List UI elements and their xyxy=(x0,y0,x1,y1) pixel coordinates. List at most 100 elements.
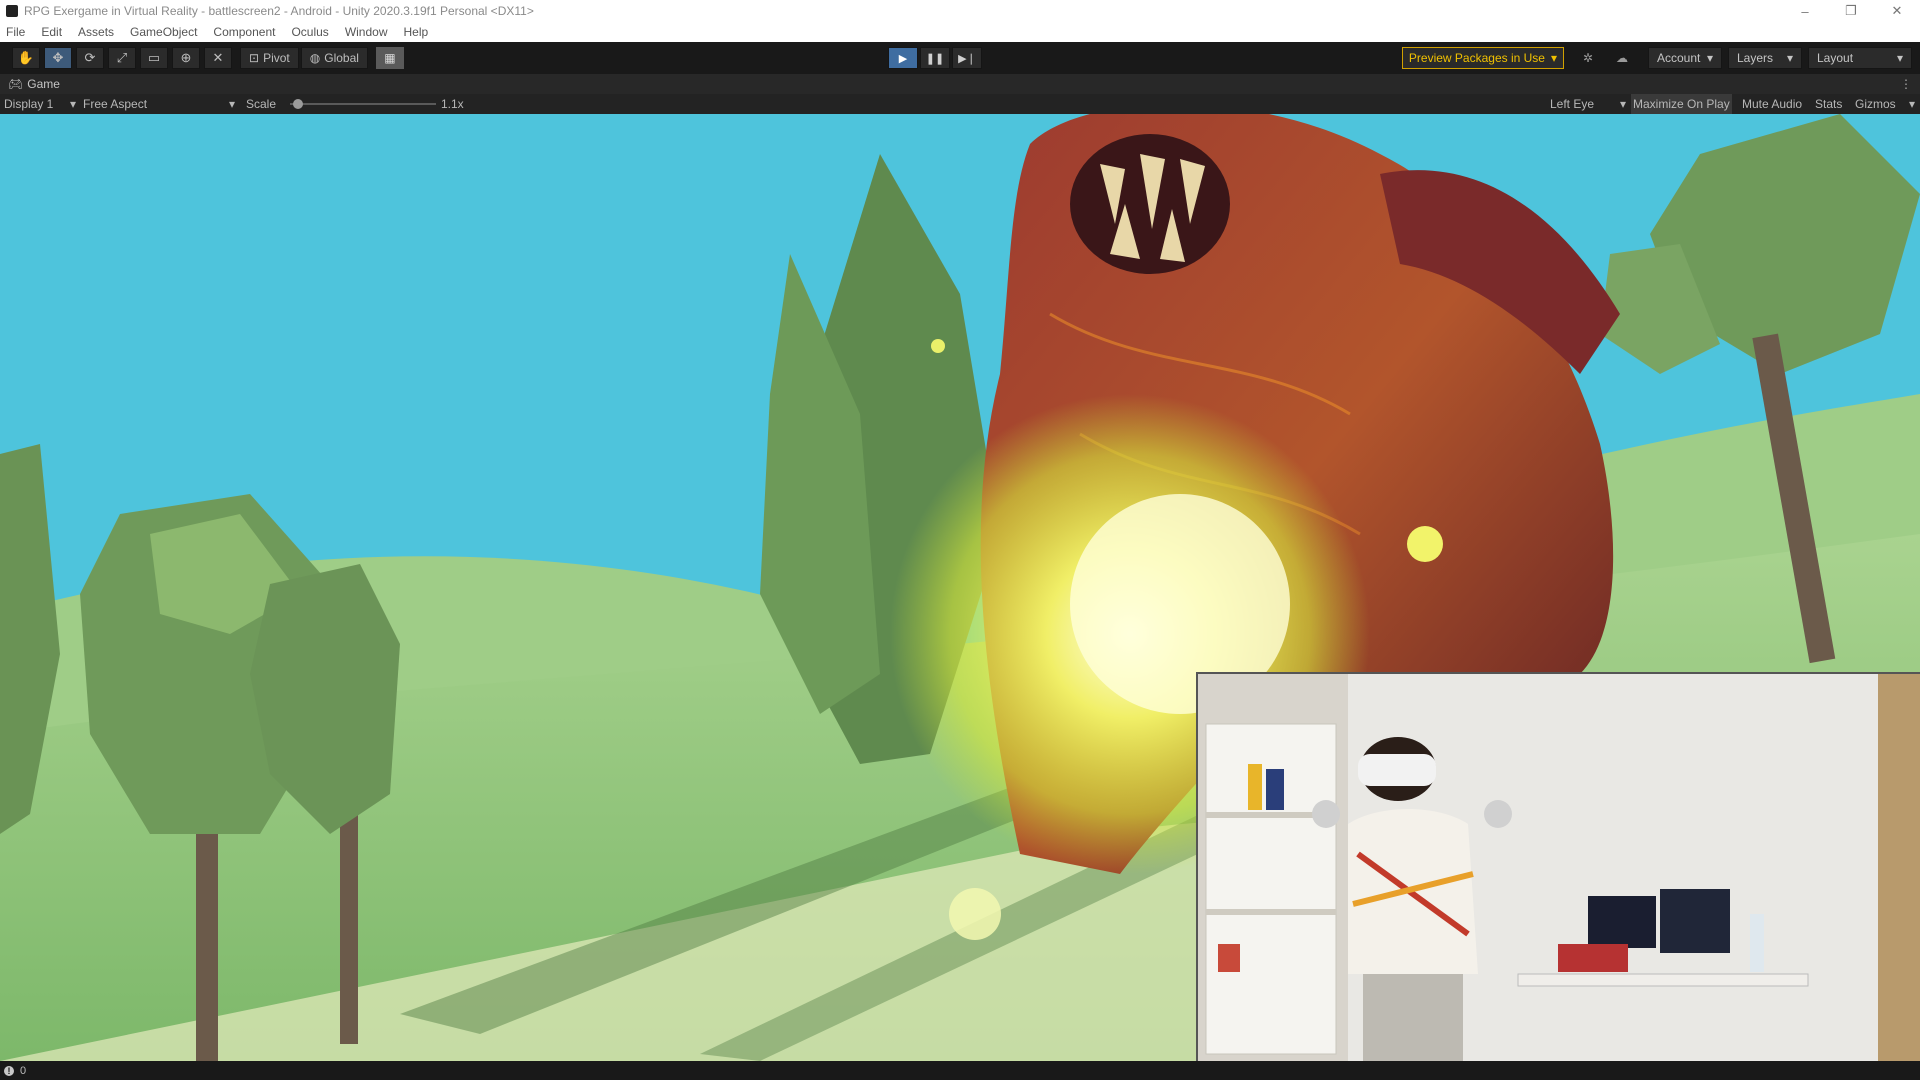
gizmos-dropdown[interactable]: Gizmos ▾ xyxy=(1855,94,1915,114)
custom-tool-icon[interactable]: ✕ xyxy=(204,47,232,69)
shelf-item xyxy=(1218,944,1240,972)
main-toolbar: ✋ ✥ ⟳ ⤢ ▭ ⊕ ✕ ⊡ Pivot ◍ Global ▦ ▶ ❚❚ ▶❘… xyxy=(0,42,1920,74)
webcam-overlay xyxy=(1196,672,1920,1061)
preview-packages-label: Preview Packages in Use xyxy=(1408,51,1545,65)
menu-bar: File Edit Assets GameObject Component Oc… xyxy=(0,22,1920,42)
close-button[interactable]: ✕ xyxy=(1874,0,1920,22)
pivot-icon: ⊡ xyxy=(249,51,260,65)
cloud-icon[interactable]: ☁ xyxy=(1608,47,1636,69)
game-tab-label: Game xyxy=(27,77,60,91)
layout-dropdown[interactable]: Layout ▾ xyxy=(1808,47,1912,69)
chevron-down-icon: ▾ xyxy=(228,97,235,111)
layers-label: Layers xyxy=(1737,51,1774,65)
tree-trunk xyxy=(196,834,218,1061)
transform-tool-icon[interactable]: ⊕ xyxy=(172,47,200,69)
chevron-down-icon: ▾ xyxy=(1619,97,1626,111)
window-title: RPG Exergame in Virtual Reality - battle… xyxy=(24,4,534,18)
vr-controller xyxy=(1312,800,1340,828)
spark xyxy=(931,339,945,353)
chevron-down-icon: ▾ xyxy=(1786,51,1793,65)
pause-button[interactable]: ❚❚ xyxy=(920,47,950,69)
preview-packages-button[interactable]: Preview Packages in Use ▾ xyxy=(1401,47,1564,69)
menu-edit[interactable]: Edit xyxy=(33,25,70,39)
pivot-label: Pivot xyxy=(263,51,290,65)
global-toggle[interactable]: ◍ Global xyxy=(300,47,368,69)
title-bar: RPG Exergame in Virtual Reality - battle… xyxy=(0,0,1920,22)
aspect-label: Free Aspect xyxy=(83,97,148,111)
spark xyxy=(949,888,1001,940)
monitor xyxy=(1660,889,1730,953)
play-button[interactable]: ▶ xyxy=(888,47,918,69)
bottle xyxy=(1750,914,1764,972)
menu-assets[interactable]: Assets xyxy=(70,25,122,39)
menu-oculus[interactable]: Oculus xyxy=(283,25,336,39)
status-bar: ! 0 xyxy=(0,1061,1920,1080)
scale-label: Scale xyxy=(246,97,277,111)
door xyxy=(1878,674,1920,1061)
rotate-tool-icon[interactable]: ⟳ xyxy=(76,47,104,69)
display-label: Display 1 xyxy=(4,97,54,111)
scale-tool-icon[interactable]: ⤢ xyxy=(108,47,136,69)
menu-help[interactable]: Help xyxy=(396,25,437,39)
globe-icon: ◍ xyxy=(309,51,321,65)
vr-controller xyxy=(1484,800,1512,828)
menu-file[interactable]: File xyxy=(0,25,33,39)
kebab-menu-icon[interactable]: ⋮ xyxy=(1900,77,1912,91)
display-dropdown[interactable]: Display 1 ▾ xyxy=(4,94,76,114)
mute-audio-toggle[interactable]: Mute Audio xyxy=(1742,94,1802,114)
vr-headset xyxy=(1358,754,1436,786)
shelf-board xyxy=(1206,909,1336,915)
chevron-down-icon: ▾ xyxy=(1706,51,1713,65)
global-label: Global xyxy=(324,51,359,65)
restore-button[interactable]: ❐ xyxy=(1828,0,1874,22)
console-count: 0 xyxy=(20,1064,27,1077)
layout-label: Layout xyxy=(1817,51,1854,65)
monitor xyxy=(1588,896,1656,948)
pivot-toggle[interactable]: ⊡ Pivot xyxy=(240,47,299,69)
scale-slider-knob[interactable] xyxy=(293,99,303,109)
shelf-item xyxy=(1266,769,1284,810)
stats-toggle[interactable]: Stats xyxy=(1815,94,1842,114)
move-tool-icon[interactable]: ✥ xyxy=(44,47,72,69)
eye-dropdown[interactable]: Left Eye ▾ xyxy=(1550,94,1626,114)
game-tab[interactable]: 🎮︎ Game xyxy=(0,77,60,91)
maximize-on-play-toggle[interactable]: Maximize On Play xyxy=(1631,94,1732,114)
game-view-controls: Display 1 ▾ Free Aspect ▾ Scale 1.1x Lef… xyxy=(0,94,1920,114)
spark xyxy=(1407,526,1443,562)
chevron-down-icon: ▾ xyxy=(1908,97,1915,111)
chevron-down-icon: ▾ xyxy=(69,97,76,111)
game-viewport[interactable] xyxy=(0,114,1920,1061)
layers-dropdown[interactable]: Layers ▾ xyxy=(1728,47,1802,69)
eye-label: Left Eye xyxy=(1550,97,1595,111)
menu-gameobject[interactable]: GameObject xyxy=(122,25,205,39)
webcam-feed xyxy=(1198,674,1920,1061)
tree-trunk xyxy=(340,814,358,1044)
chevron-down-icon: ▾ xyxy=(1896,51,1903,65)
gamepad-icon: 🎮︎ xyxy=(8,77,24,91)
minimize-button[interactable]: – xyxy=(1782,0,1828,22)
account-dropdown[interactable]: Account ▾ xyxy=(1648,47,1722,69)
hand-tool-icon[interactable]: ✋ xyxy=(12,47,40,69)
menu-window[interactable]: Window xyxy=(337,25,396,39)
collab-icon[interactable]: ✲ xyxy=(1574,47,1602,69)
desk xyxy=(1517,973,1809,987)
game-tab-bar: 🎮︎ Game ⋮ xyxy=(0,74,1920,94)
gizmos-label: Gizmos xyxy=(1855,97,1896,111)
chevron-down-icon: ▾ xyxy=(1550,51,1557,65)
aspect-dropdown[interactable]: Free Aspect ▾ xyxy=(83,94,235,114)
scale-slider[interactable] xyxy=(290,94,436,114)
step-button[interactable]: ▶❘ xyxy=(952,47,982,69)
laptop xyxy=(1558,944,1628,972)
playback-controls: ▶ ❚❚ ▶❘ xyxy=(888,47,984,69)
account-label: Account xyxy=(1657,51,1701,65)
toolbar-right: Preview Packages in Use ▾ ✲ ☁ Account ▾ … xyxy=(1401,47,1912,69)
shelf-item xyxy=(1248,764,1262,810)
unity-logo-icon xyxy=(6,5,18,17)
info-icon[interactable]: ! xyxy=(4,1065,14,1076)
grid-snap-icon[interactable]: ▦ xyxy=(375,47,404,69)
scale-slider-track xyxy=(290,99,436,109)
rect-tool-icon[interactable]: ▭ xyxy=(140,47,168,69)
person-shorts xyxy=(1363,974,1463,1061)
scale-value: 1.1x xyxy=(441,97,464,111)
menu-component[interactable]: Component xyxy=(205,25,283,39)
